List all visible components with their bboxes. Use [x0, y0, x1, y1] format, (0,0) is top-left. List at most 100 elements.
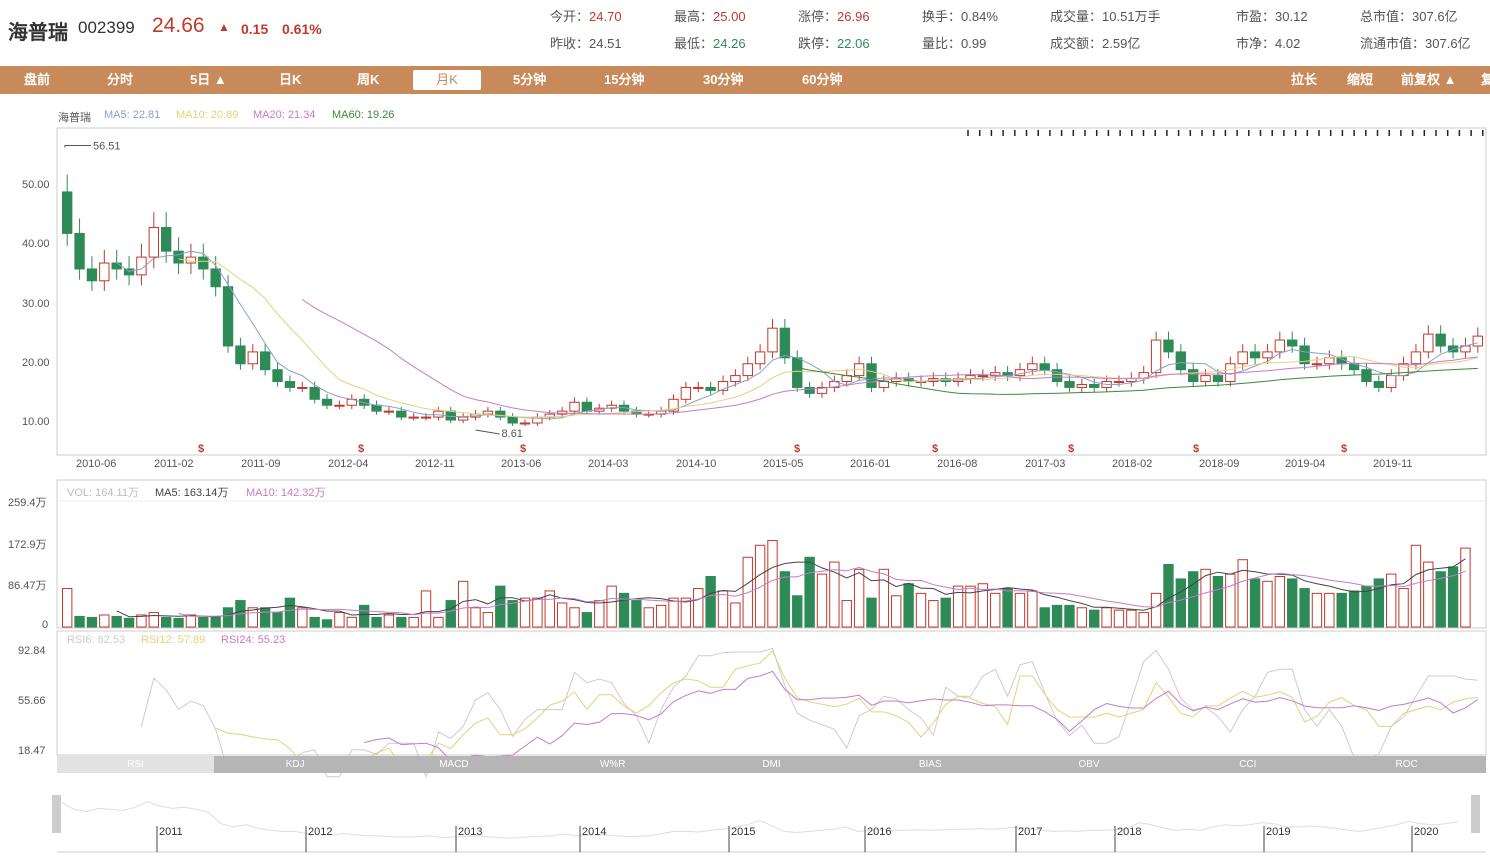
candle-body [1027, 363, 1038, 371]
candle-body [1076, 383, 1088, 388]
candle-body [111, 262, 122, 270]
volume-bar [878, 568, 890, 628]
volume-bar [358, 604, 370, 628]
indicator-tab-wrr[interactable]: W%R [533, 756, 692, 773]
kline-x-tick: 2010-06 [76, 458, 117, 470]
volume-bar [1064, 604, 1075, 628]
indicator-tab-dmi[interactable]: DMI [692, 756, 851, 773]
candle-body [297, 386, 308, 389]
candle-body [396, 410, 407, 418]
indicator-tab-kdj[interactable]: KDJ [216, 756, 375, 773]
volume-bar [123, 617, 135, 628]
candle-body [1064, 381, 1075, 388]
indicator-tab-cci[interactable]: CCI [1168, 756, 1327, 773]
volume-bar [383, 614, 395, 628]
indicator-tab-bias[interactable]: BIAS [851, 756, 1010, 773]
candle-body [222, 286, 234, 347]
volume-bar [334, 612, 345, 628]
navigator-right-handle [1471, 795, 1480, 833]
kline-y-tick: 40.00 [22, 238, 50, 251]
volume-bar [693, 588, 704, 628]
dividend-icon: $ [520, 443, 526, 455]
volume-bar [1361, 585, 1372, 628]
candle-body [680, 386, 692, 400]
navigator-left-handle [52, 795, 61, 833]
candle-body [779, 327, 791, 359]
volume-bar [495, 585, 506, 628]
kline-y-tick: 20.00 [22, 356, 50, 369]
indicator-tab-roc[interactable]: ROC [1327, 756, 1486, 773]
volume-bar [767, 539, 778, 628]
volume-bar [804, 556, 815, 628]
volume-bar [643, 607, 654, 628]
rsi-y-tick: 18.47 [18, 745, 46, 757]
candle-body [210, 268, 221, 288]
volume-bar [259, 607, 271, 628]
volume-bar [1348, 590, 1360, 628]
dividend-icon: $ [932, 443, 938, 455]
candle-body [705, 386, 716, 391]
indicator-tab-obv[interactable]: OBV [1010, 756, 1169, 773]
candle-body [965, 375, 976, 380]
volume-bar [1163, 564, 1174, 628]
navigator-year: 2012 [308, 826, 333, 838]
vol-y-tick: 172.9万 [8, 538, 47, 551]
candle-body [74, 232, 85, 270]
volume-bar [655, 604, 667, 628]
kline-x-tick: 2018-09 [1199, 458, 1240, 470]
candle-body [742, 363, 753, 377]
navigator-year: 2018 [1117, 826, 1142, 838]
candle-body [247, 351, 258, 365]
indicator-tab-macd[interactable]: MACD [375, 756, 534, 773]
kline-y-tick: 10.00 [22, 416, 50, 428]
volume-bar [1051, 604, 1063, 628]
candle-body [1262, 351, 1273, 359]
volume-bar [173, 617, 184, 628]
ma5-line [116, 250, 1478, 420]
volume-bar [792, 595, 803, 628]
candle-body [1113, 381, 1125, 384]
candle-body [235, 345, 246, 365]
volume-bar [284, 597, 296, 628]
candle-body [383, 410, 395, 413]
volume-bar [1299, 588, 1310, 628]
kline-chart[interactable]: 56.51 8.61 $ $ $ $ $ $ $ $ [0, 0, 1490, 861]
candle-body [1472, 335, 1484, 347]
candle-body [123, 268, 135, 276]
candle-body [173, 250, 184, 264]
indicator-tab-rsi[interactable]: RSI [57, 756, 214, 773]
volume-bar [581, 612, 593, 628]
low-label: 8.61 [502, 428, 523, 440]
volume-bar [1287, 578, 1298, 628]
low-pointer [475, 429, 500, 435]
vol-y-tick: 86.47万 [8, 580, 47, 593]
navigator-year: 2015 [731, 826, 756, 838]
volume-bar [482, 612, 494, 628]
candle-body [371, 404, 382, 412]
volume-bar [470, 607, 481, 628]
dividend-icon: $ [1193, 443, 1199, 455]
candle-body [1150, 339, 1162, 374]
volume-bar [891, 595, 902, 628]
volume-bar [1113, 609, 1125, 628]
candle-body [1423, 333, 1434, 353]
ma10-line [178, 258, 1478, 418]
rsi-legend-rsi24: RSI24: 55.23 [221, 634, 286, 646]
rsi-y-tick: 92.84 [18, 645, 46, 657]
kline-x-tick: 2015-05 [763, 458, 804, 470]
candle-body [160, 226, 172, 252]
volume-bar [1076, 607, 1088, 628]
volume-bar [1398, 588, 1409, 628]
kline-x-tick: 2018-02 [1112, 458, 1153, 470]
navigator-series [61, 801, 1458, 839]
volume-bar [408, 616, 419, 628]
candle-body [482, 410, 494, 415]
volume-bar [841, 600, 852, 628]
candle-body [1188, 369, 1199, 383]
volume-bar [507, 600, 518, 628]
volume-bar [1460, 547, 1471, 628]
volume-bar [990, 592, 1001, 628]
volume-bar [62, 588, 73, 628]
candle-body [693, 386, 704, 389]
volume-bar [1138, 612, 1149, 628]
